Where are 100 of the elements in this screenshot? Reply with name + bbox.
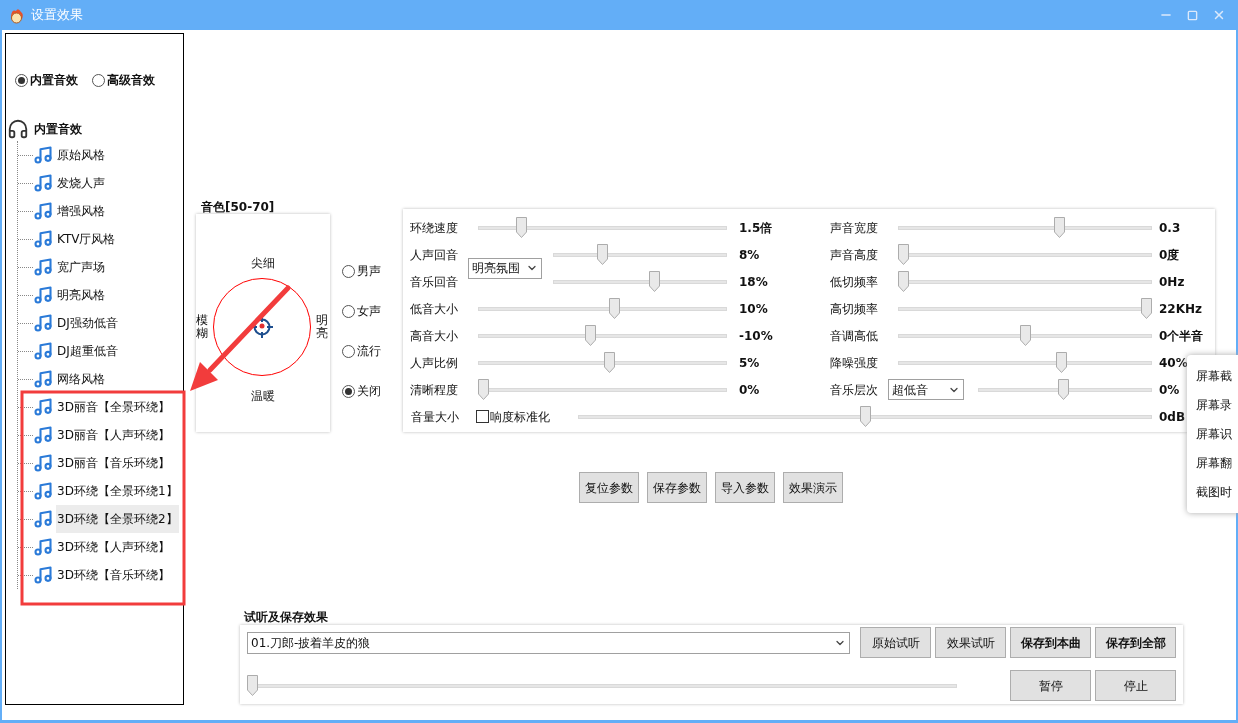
slider[interactable] <box>898 324 1152 347</box>
tree-item[interactable]: 3D丽音【人声环绕】 <box>56 421 171 449</box>
slider[interactable] <box>898 270 1152 293</box>
music-note-icon <box>33 453 53 473</box>
slider-thumb[interactable] <box>1019 324 1031 346</box>
slider[interactable] <box>478 378 727 401</box>
headphones-icon <box>7 118 29 140</box>
tree-root[interactable]: 内置音效 <box>34 120 82 138</box>
slider[interactable] <box>478 297 727 320</box>
slider-thumb[interactable] <box>247 674 258 696</box>
tree-item[interactable]: 原始风格 <box>56 141 106 169</box>
radio-option[interactable]: 男声 <box>342 262 391 280</box>
menu-item[interactable]: 截图时 <box>1196 484 1238 500</box>
tree-item[interactable]: 明亮风格 <box>56 281 106 309</box>
slider[interactable] <box>553 243 727 266</box>
slider-thumb[interactable] <box>898 243 909 265</box>
radio-option[interactable]: 女声 <box>342 302 391 320</box>
slider-thumb[interactable] <box>516 216 528 238</box>
tree-item[interactable]: 网络风格 <box>56 365 106 393</box>
radio-option[interactable]: 流行 <box>342 342 391 360</box>
app-logo-icon <box>8 6 25 24</box>
radio-option[interactable]: 关闭 <box>342 382 391 400</box>
slider-value: 40% <box>1159 354 1188 372</box>
slider-value: 0度 <box>1159 246 1180 264</box>
menu-item[interactable]: 屏幕截 <box>1196 368 1238 384</box>
tree-item[interactable]: 发烧人声 <box>56 169 106 197</box>
tree-item[interactable]: KTV厅风格 <box>56 225 117 253</box>
slider-value: -10% <box>739 327 773 345</box>
slider-thumb[interactable] <box>898 270 909 292</box>
slider[interactable] <box>898 216 1152 239</box>
slider-label: 音量大小 <box>411 408 460 426</box>
slider-thumb[interactable] <box>1053 216 1065 238</box>
slider[interactable] <box>247 674 957 697</box>
tree-item[interactable]: 3D环绕【音乐环绕】 <box>56 561 171 589</box>
tree-item[interactable]: 3D丽音【音乐环绕】 <box>56 449 171 477</box>
slider[interactable] <box>553 270 727 293</box>
action-button[interactable]: 效果演示 <box>783 472 843 503</box>
tree-item[interactable]: 宽广声场 <box>56 253 106 281</box>
pad-label: 明亮 <box>316 313 328 341</box>
slider[interactable] <box>478 216 727 239</box>
checkbox-label: 响度标准化 <box>490 408 550 426</box>
action-button[interactable]: 保存参数 <box>647 472 707 503</box>
slider-thumb[interactable] <box>597 243 608 265</box>
slider-value: 0dB <box>1159 408 1186 426</box>
slider[interactable] <box>898 243 1152 266</box>
group-title: 音色[50-70] <box>200 200 276 214</box>
maximize-icon[interactable] <box>1187 9 1198 21</box>
tree-item[interactable]: 3D环绕【全景环绕2】 <box>56 505 179 533</box>
slider-thumb[interactable] <box>649 270 661 292</box>
slider[interactable] <box>978 378 1152 401</box>
slider-label: 清晰程度 <box>410 381 459 399</box>
preset-dropdown[interactable]: 超低音 <box>888 379 964 400</box>
action-button[interactable]: 保存到本曲 <box>1010 627 1091 658</box>
track-dropdown[interactable]: 01.刀郎-披着羊皮的狼 <box>247 631 850 654</box>
preset-dropdown[interactable]: 明亮氛围 <box>468 257 542 279</box>
slider-label: 音乐回音 <box>410 273 458 291</box>
music-note-icon <box>33 537 53 557</box>
pad-label: 模糊 <box>196 313 208 341</box>
tree-item[interactable]: 增强风格 <box>56 197 106 225</box>
slider-label: 高音大小 <box>410 327 459 345</box>
slider-thumb[interactable] <box>1057 378 1069 400</box>
slider-value: 0% <box>1159 381 1180 399</box>
slider-thumb[interactable] <box>585 324 597 346</box>
menu-item[interactable]: 屏幕录 <box>1196 397 1238 413</box>
slider-value: 8% <box>739 246 760 264</box>
slider-thumb[interactable] <box>608 297 620 319</box>
radio-option[interactable]: 高级音效 <box>92 71 155 89</box>
slider-value: 22KHz <box>1159 300 1203 318</box>
tree-item[interactable]: 3D环绕【人声环绕】 <box>56 533 171 561</box>
slider-label: 人声回音 <box>410 246 458 264</box>
tree-item[interactable]: 3D丽音【全景环绕】 <box>56 393 171 421</box>
slider-thumb[interactable] <box>859 405 871 427</box>
close-icon[interactable] <box>1212 8 1226 22</box>
slider-label: 低切频率 <box>830 273 879 291</box>
slider-thumb[interactable] <box>1141 297 1152 319</box>
slider[interactable] <box>898 297 1152 320</box>
tree-item[interactable]: DJ超重低音 <box>56 337 119 365</box>
action-button[interactable]: 保存到全部 <box>1095 627 1176 658</box>
action-button[interactable]: 复位参数 <box>579 472 639 503</box>
timbre-pad[interactable]: 尖细 模糊 明亮 温暖 <box>196 214 330 432</box>
slider[interactable] <box>578 405 1152 428</box>
action-button[interactable]: 原始试听 <box>860 627 931 658</box>
slider[interactable] <box>478 351 727 374</box>
slider-thumb[interactable] <box>604 351 616 373</box>
tree-item[interactable]: 3D环绕【全景环绕1】 <box>56 477 179 505</box>
slider-thumb[interactable] <box>478 378 489 400</box>
menu-item[interactable]: 屏幕识 <box>1196 426 1238 442</box>
radio-option[interactable]: 内置音效 <box>15 71 78 89</box>
checkbox[interactable] <box>476 410 489 423</box>
action-button[interactable]: 效果试听 <box>935 627 1006 658</box>
tree-item[interactable]: DJ强劲低音 <box>56 309 119 337</box>
slider-thumb[interactable] <box>1055 351 1067 373</box>
slider-value: 0% <box>739 381 760 399</box>
slider[interactable] <box>898 351 1152 374</box>
menu-item[interactable]: 屏幕翻 <box>1196 455 1238 471</box>
action-button[interactable]: 停止 <box>1095 670 1176 701</box>
slider[interactable] <box>478 324 727 347</box>
action-button[interactable]: 导入参数 <box>715 472 775 503</box>
group-title: 试听及保存效果 <box>244 609 328 625</box>
action-button[interactable]: 暂停 <box>1010 670 1091 701</box>
